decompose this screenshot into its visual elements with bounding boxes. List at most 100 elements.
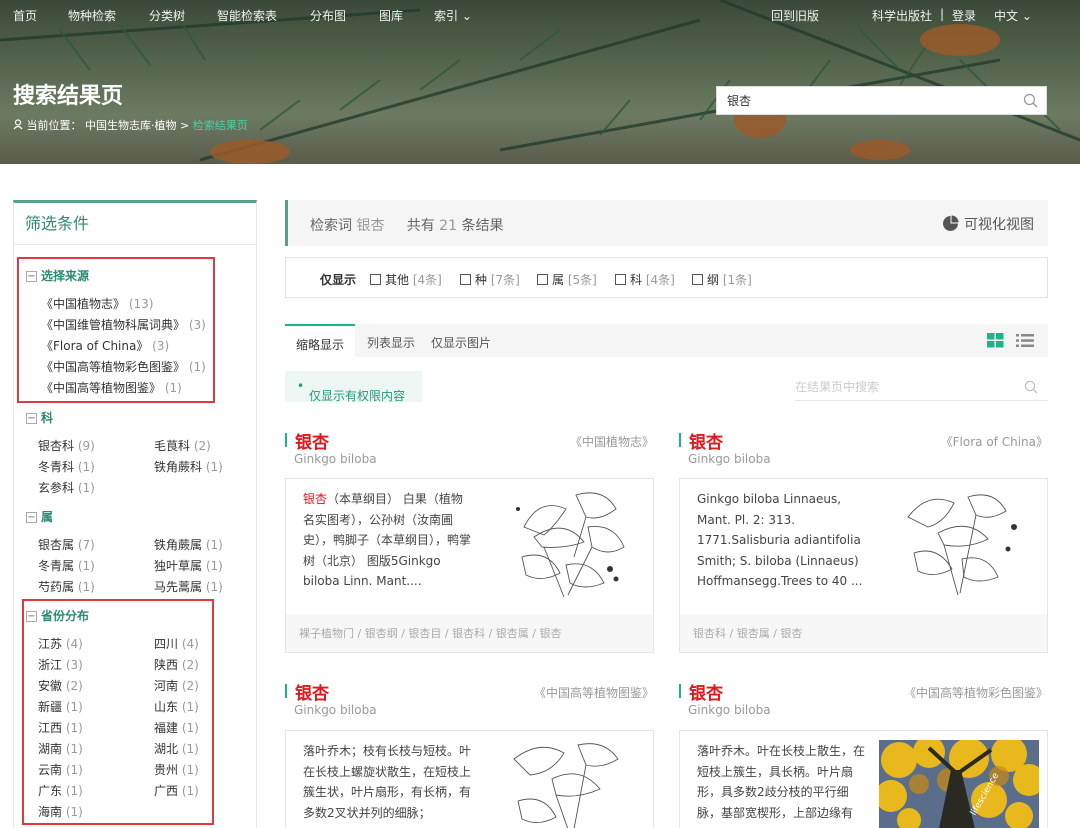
accent-bar (285, 684, 287, 698)
genus-count: (1) (205, 580, 223, 594)
nav-gallery[interactable]: 图库 (379, 7, 403, 24)
species-name-link[interactable]: 银杏 (689, 679, 723, 704)
result-card[interactable]: 银杏（本草纲目） 白果（植物名实图考），公孙树（汝南圃史），鸭脚子（本草纲目），… (285, 478, 654, 653)
permission-only-toggle[interactable]: • 仅显示有权限内容 (285, 371, 422, 403)
publisher-link[interactable]: 科学出版社 (872, 7, 932, 24)
checkbox[interactable] (615, 274, 626, 285)
filter-option-label: 其他 (385, 273, 410, 287)
genus-label: 冬青属 (38, 559, 75, 573)
nav-distribution-map[interactable]: 分布图 (310, 7, 346, 24)
collapse-icon[interactable]: − (26, 413, 37, 424)
genus-section-header[interactable]: − 属 (26, 508, 53, 525)
family-item[interactable]: 铁角蕨科 (1) (154, 458, 223, 475)
user-location-icon (13, 119, 23, 130)
grid-view-icon[interactable] (987, 333, 1004, 348)
species-name-link[interactable]: 银杏 (295, 679, 329, 704)
in-page-search-input[interactable] (795, 375, 1015, 399)
result-card[interactable]: 落叶乔木。叶在长枝上散生，在短枝上簇生，具长柄。叶片扇形，具多数2歧分枝的平行细… (679, 730, 1048, 828)
family-heading: 科 (41, 411, 54, 425)
nav-index[interactable]: 索引 ⌄ (434, 7, 472, 24)
nav-smart-key[interactable]: 智能检索表 (217, 7, 277, 24)
nav-species-search[interactable]: 物种检索 (68, 7, 116, 24)
language-label: 中文 (994, 9, 1019, 23)
top-navigation: 首页 物种检索 分类树 智能检索表 分布图 图库 索引 ⌄ 回到旧版 科学出版社… (0, 0, 1080, 30)
permission-only-text: 仅显示有权限内容 (309, 389, 406, 403)
genus-heading: 属 (41, 510, 54, 524)
nav-index-label: 索引 (434, 9, 459, 23)
checkbox[interactable] (370, 274, 381, 285)
breadcrumb-home[interactable]: 中国生物志库·植物 (85, 119, 177, 132)
result-card[interactable]: 落叶乔木；枝有长枝与短枝。叶在长枝上螺旋状散生，在短枝上簇生状，叶片扇形，有长柄… (285, 730, 654, 828)
filter-option[interactable]: 科 [4条] (615, 271, 675, 288)
result-card[interactable]: Ginkgo biloba Linnaeus, Mant. Pl. 2: 313… (679, 478, 1048, 653)
total-prefix: 共有 (406, 218, 435, 234)
source-book[interactable]: 《Flora of China》 (941, 433, 1048, 450)
old-version-link[interactable]: 回到旧版 (771, 7, 819, 24)
highlight-box-source (17, 257, 215, 403)
genus-item[interactable]: 芍药属 (1) (38, 578, 95, 595)
language-select[interactable]: 中文 ⌄ (994, 7, 1032, 24)
checkbox[interactable] (460, 274, 471, 285)
species-name-link[interactable]: 银杏 (689, 428, 723, 453)
login-link[interactable]: 登录 (952, 7, 976, 24)
genus-item[interactable]: 银杏属 (7) (38, 536, 95, 553)
checkbox[interactable] (692, 274, 703, 285)
total-suffix: 条结果 (461, 218, 504, 234)
list-view-icon[interactable] (1016, 333, 1034, 348)
family-label: 铁角蕨科 (154, 460, 203, 474)
nav-taxonomy-tree[interactable]: 分类树 (149, 7, 185, 24)
latin-name: Ginkgo biloba (688, 452, 771, 466)
checkbox[interactable] (537, 274, 548, 285)
botanical-illustration (513, 743, 619, 828)
highlight-box-province (22, 599, 214, 825)
family-count: (9) (77, 439, 95, 453)
description-text: （本草纲目） 白果（植物名实图考），公孙树（汝南圃史），鸭脚子（本草纲目），鸭掌… (303, 492, 472, 588)
botanical-illustration (516, 492, 625, 598)
family-item[interactable]: 冬青科 (1) (38, 458, 95, 475)
view-tabs: 缩略显示 列表显示 仅显示图片 (285, 324, 1048, 357)
in-page-search (795, 375, 1048, 401)
result-summary-text: 检索词 银杏 共有 21 条结果 (310, 215, 503, 235)
tab-images-only[interactable]: 仅显示图片 (431, 334, 491, 351)
species-name-link[interactable]: 银杏 (295, 428, 329, 453)
genus-count: (1) (77, 580, 95, 594)
source-book[interactable]: 《中国高等植物图鉴》 (534, 684, 654, 701)
keyword-value: 银杏 (356, 218, 385, 234)
filter-sidebar: 筛选条件 − 选择来源 《中国植物志》 (13) 《中国维管植物科属词典》 (3)… (13, 200, 257, 828)
search-icon[interactable] (1023, 93, 1038, 108)
filter-option[interactable]: 纲 [1条] (692, 271, 752, 288)
collapse-icon[interactable]: − (26, 512, 37, 523)
family-item[interactable]: 玄参科 (1) (38, 479, 95, 496)
tab-list[interactable]: 列表显示 (367, 334, 415, 351)
species-description: 银杏（本草纲目） 白果（植物名实图考），公孙树（汝南圃史），鸭脚子（本草纲目），… (303, 489, 473, 592)
filter-option[interactable]: 种 [7条] (460, 271, 520, 288)
genus-item[interactable]: 独叶草属 (1) (154, 557, 223, 574)
source-book[interactable]: 《中国高等植物彩色图鉴》 (904, 684, 1048, 701)
filter-option-label: 科 (630, 273, 643, 287)
page-title: 搜索结果页 (13, 84, 124, 109)
genus-count: (1) (205, 559, 223, 573)
total-count: 21 (439, 218, 457, 234)
filter-option-label: 种 (475, 273, 488, 287)
genus-item[interactable]: 铁角蕨属 (1) (154, 536, 223, 553)
highlighted-keyword: 银杏 (303, 492, 328, 506)
family-item[interactable]: 银杏科 (9) (38, 437, 95, 454)
genus-count: (1) (205, 538, 223, 552)
visualize-view-button[interactable]: 可视化视图 (942, 214, 1034, 234)
family-section-header[interactable]: − 科 (26, 409, 53, 426)
tab-thumbnail[interactable]: 缩略显示 (285, 324, 355, 357)
chevron-down-icon: ⌄ (1021, 9, 1032, 23)
family-label: 毛茛科 (154, 439, 191, 453)
nav-home[interactable]: 首页 (13, 7, 37, 24)
search-input[interactable] (717, 87, 1007, 114)
search-icon[interactable] (1024, 380, 1038, 394)
filter-option[interactable]: 属 [5条] (537, 271, 597, 288)
family-label: 冬青科 (38, 460, 75, 474)
family-item[interactable]: 毛茛科 (2) (154, 437, 211, 454)
filter-option[interactable]: 其他 [4条] (370, 271, 442, 288)
genus-item[interactable]: 冬青属 (1) (38, 557, 95, 574)
accent-bar (679, 684, 681, 698)
source-book[interactable]: 《中国植物志》 (570, 433, 654, 450)
breadcrumb: 当前位置： 中国生物志库·植物 > 检索结果页 (13, 117, 248, 133)
genus-item[interactable]: 马先蒿属 (1) (154, 578, 223, 595)
